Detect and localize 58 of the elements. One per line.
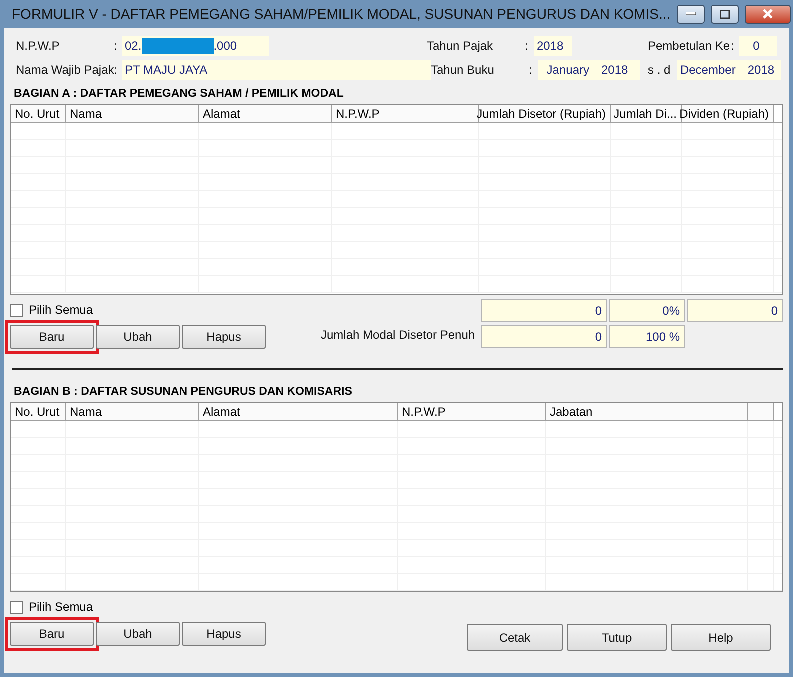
- print-button[interactable]: Cetak: [467, 624, 563, 651]
- column-header[interactable]: No. Urut: [11, 403, 66, 420]
- checkbox[interactable]: [10, 600, 23, 614]
- colon: :: [731, 39, 736, 53]
- section-title: BAGIAN A : DAFTAR PEMEGANG SAHAM / PEMILIK MODAL: [14, 88, 345, 100]
- checkbox-label: Pilih Semua: [29, 600, 94, 614]
- column-header[interactable]: Dividen (Rupiah): [682, 105, 774, 122]
- edit-button[interactable]: Ubah: [96, 622, 180, 646]
- column-header[interactable]: No. Urut: [11, 105, 66, 122]
- field-label: Nama Wajib Pajak: [15, 63, 114, 77]
- column-header[interactable]: Alamat: [199, 403, 398, 420]
- close-icon: [762, 9, 774, 19]
- npwp-field[interactable]: 02. .000: [122, 36, 269, 56]
- revision-field[interactable]: 0: [739, 36, 777, 56]
- checkbox[interactable]: [10, 304, 23, 316]
- maximize-icon: [720, 10, 730, 18]
- column-header[interactable]: N.P.W.P: [398, 403, 546, 420]
- colon: :: [525, 39, 530, 53]
- field-label: Tahun Buku: [431, 63, 496, 77]
- colon: :: [114, 39, 118, 53]
- section-title: BAGIAN B : DAFTAR SUSUNAN PENGURUS DAN KOMISARIS: [14, 386, 354, 398]
- range-separator: s . d: [647, 63, 672, 77]
- taxpayer-name-field[interactable]: PT MAJU JAYA: [122, 60, 431, 80]
- colon: :: [529, 63, 534, 77]
- column-header[interactable]: Nama: [66, 403, 199, 420]
- column-header[interactable]: Jumlah Disetor (Rupiah): [479, 105, 611, 122]
- window-title: FORMULIR V - DAFTAR PEMEGANG SAHAM/PEMILIK MODAL, SUSUNAN PENGURUS DAN KOMIS...: [12, 6, 671, 22]
- column-header[interactable]: Jumlah Di...: [611, 105, 682, 122]
- minimize-button[interactable]: [676, 4, 705, 24]
- year-value: 2018: [748, 63, 775, 77]
- total-field: 0: [481, 299, 607, 322]
- month-value: December: [680, 63, 736, 77]
- tax-year-field[interactable]: 2018: [534, 36, 572, 56]
- field-label: Tahun Pajak: [427, 39, 494, 53]
- close-form-button[interactable]: Tutup: [567, 624, 667, 651]
- column-header[interactable]: Jabatan: [546, 403, 748, 420]
- year-value: 2018: [602, 63, 628, 77]
- column-header[interactable]: Nama: [66, 105, 199, 122]
- total-label: Jumlah Modal Disetor Penuh: [321, 327, 476, 342]
- close-button[interactable]: [744, 4, 791, 24]
- help-button[interactable]: Help: [671, 624, 771, 651]
- column-header[interactable]: Alamat: [199, 105, 332, 122]
- total-field: 0: [481, 325, 607, 348]
- maximize-button[interactable]: [710, 4, 739, 24]
- delete-button[interactable]: Hapus: [182, 325, 266, 349]
- field-label: N.P.W.P: [15, 39, 61, 53]
- new-button[interactable]: Baru: [10, 325, 94, 349]
- total-field: 0%: [609, 299, 685, 322]
- new-button[interactable]: Baru: [10, 622, 94, 646]
- checkbox-label: Pilih Semua: [29, 303, 94, 317]
- total-field: 100 %: [609, 325, 685, 348]
- total-field: 0: [687, 299, 783, 322]
- field-label: Pembetulan Ke: [648, 39, 731, 53]
- minimize-icon: [686, 12, 696, 16]
- edit-button[interactable]: Ubah: [96, 325, 180, 349]
- month-value: January: [546, 63, 590, 77]
- delete-button[interactable]: Hapus: [182, 622, 266, 646]
- colon: :: [114, 63, 118, 77]
